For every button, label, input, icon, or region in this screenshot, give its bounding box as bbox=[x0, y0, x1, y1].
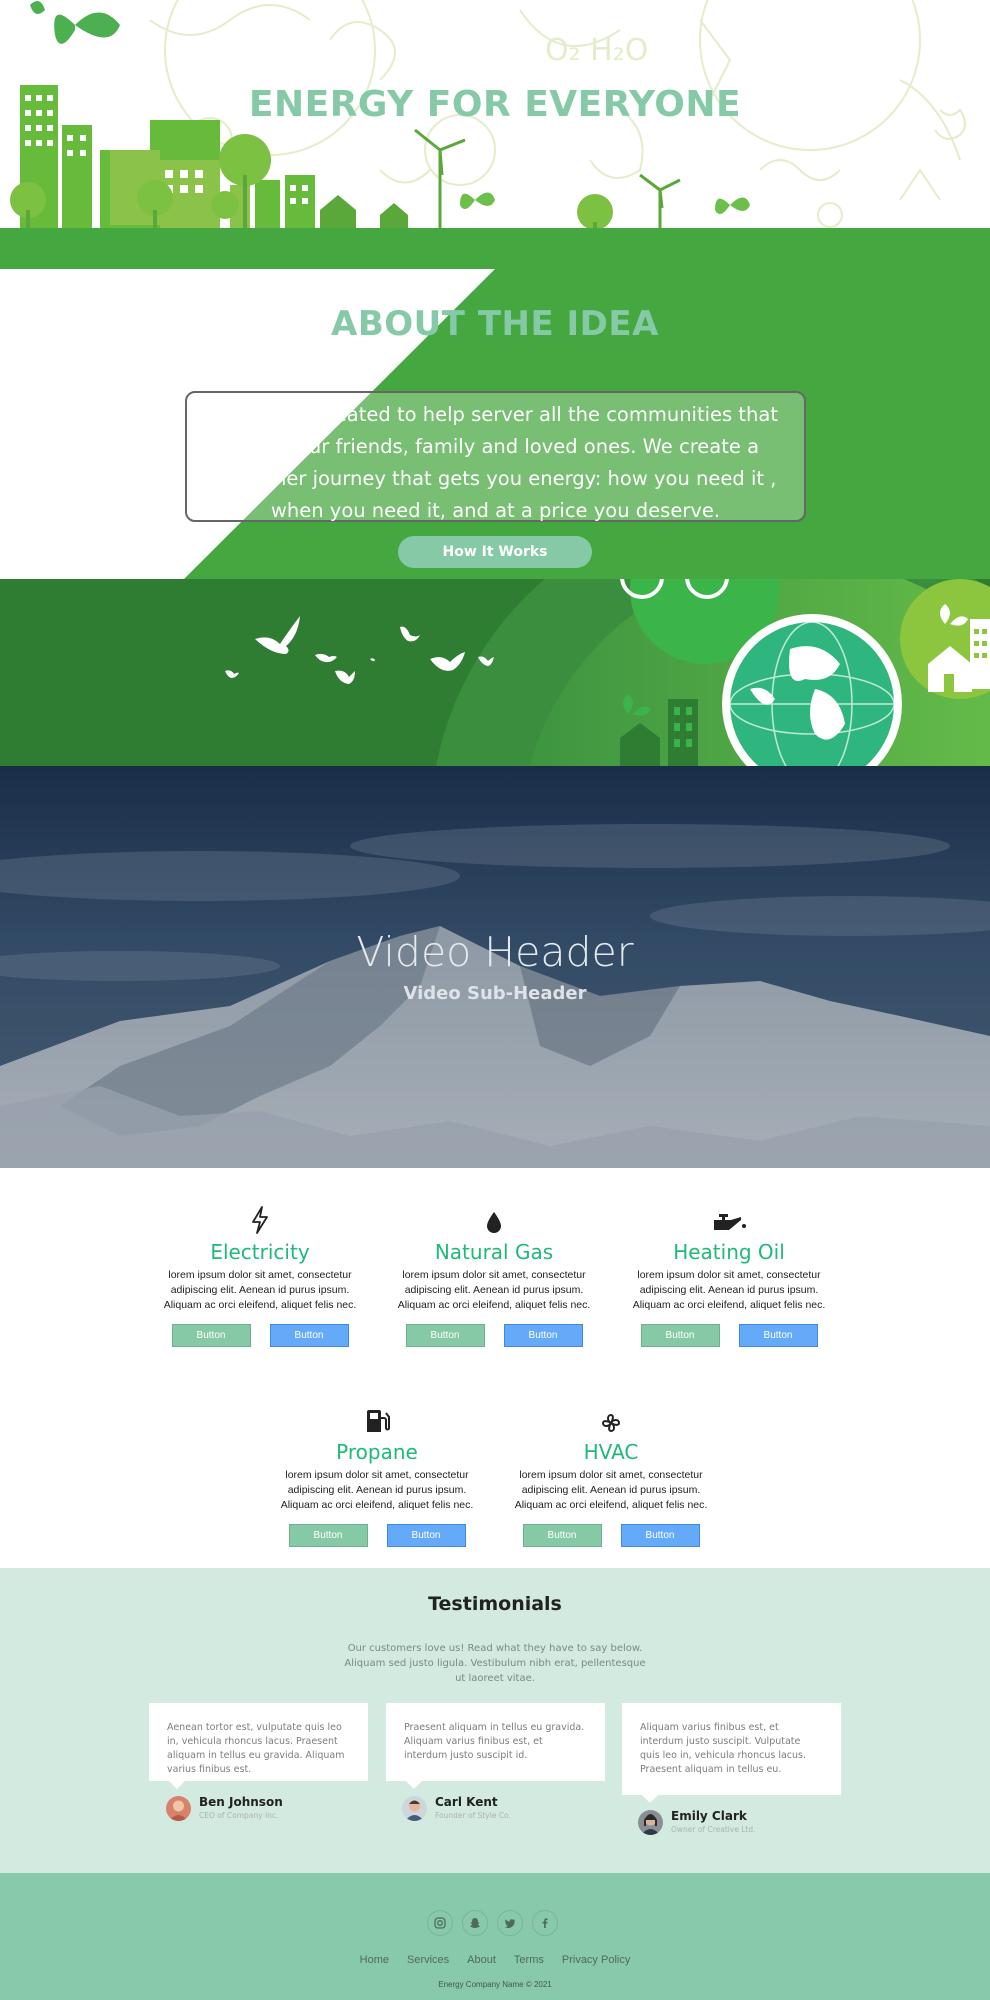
service-button-primary[interactable]: Button bbox=[522, 1524, 602, 1547]
gas-pump-icon bbox=[271, 1400, 483, 1434]
service-title: Propane bbox=[336, 1440, 418, 1464]
instagram-icon[interactable] bbox=[427, 1910, 453, 1936]
droplet-icon bbox=[388, 1200, 600, 1234]
service-description: lorem ipsum dolor sit amet, consectetur … bbox=[397, 1269, 591, 1311]
service-description: lorem ipsum dolor sit amet, consectetur … bbox=[514, 1469, 708, 1511]
video-subtitle: Video Sub-Header bbox=[403, 983, 587, 1004]
service-card-hvac: HVAC lorem ipsum dolor sit amet, consect… bbox=[505, 1400, 717, 1547]
testimonial-card: Aliquam varius finibus est, et interdum … bbox=[622, 1703, 841, 1803]
service-card-natural-gas: Natural Gas lorem ipsum dolor sit amet, … bbox=[388, 1200, 600, 1347]
service-title: Heating Oil bbox=[673, 1240, 785, 1264]
testimonials-section: Testimonials Our customers love us! Read… bbox=[0, 1568, 990, 1873]
video-title: Video Header bbox=[356, 928, 634, 976]
service-button-primary[interactable]: Button bbox=[288, 1524, 368, 1547]
services-section: Electricity lorem ipsum dolor sit amet, … bbox=[0, 1168, 990, 1568]
service-description: lorem ipsum dolor sit amet, consectetur … bbox=[632, 1269, 826, 1311]
service-card-electricity: Electricity lorem ipsum dolor sit amet, … bbox=[154, 1200, 366, 1347]
testimonial-card: Aenean tortor est, vulputate quis leo in… bbox=[149, 1703, 368, 1789]
about-description: A concept created to help server all the… bbox=[185, 391, 806, 522]
service-description: lorem ipsum dolor sit amet, consectetur … bbox=[280, 1469, 474, 1511]
testimonial-author: Carl Kent Founder of Style Co. bbox=[402, 1795, 511, 1821]
footer-link-about[interactable]: About bbox=[458, 1954, 505, 1966]
author-role: CEO of Company Inc. bbox=[199, 1811, 279, 1820]
footer-link-services[interactable]: Services bbox=[398, 1954, 458, 1966]
service-button-primary[interactable]: Button bbox=[171, 1324, 251, 1347]
author-name: Ben Johnson bbox=[199, 1795, 283, 1809]
video-header-section: Video Header Video Sub-Header bbox=[0, 766, 990, 1168]
footer-link-home[interactable]: Home bbox=[351, 1954, 398, 1966]
service-button-secondary[interactable]: Button bbox=[386, 1524, 466, 1547]
testimonial-author: Ben Johnson CEO of Company Inc. bbox=[166, 1795, 283, 1821]
service-title: Electricity bbox=[210, 1240, 310, 1264]
service-button-primary[interactable]: Button bbox=[405, 1324, 485, 1347]
snapchat-icon[interactable] bbox=[462, 1910, 488, 1936]
testimonial-author: Emily Clark Owner of Creative Ltd. bbox=[638, 1809, 756, 1835]
author-role: Founder of Style Co. bbox=[435, 1811, 511, 1820]
author-name: Emily Clark bbox=[671, 1809, 747, 1823]
service-card-heating-oil: Heating Oil lorem ipsum dolor sit amet, … bbox=[623, 1200, 835, 1347]
service-button-secondary[interactable]: Button bbox=[269, 1324, 349, 1347]
service-button-secondary[interactable]: Button bbox=[503, 1324, 583, 1347]
lightning-icon bbox=[154, 1200, 366, 1234]
how-it-works-button[interactable]: How It Works bbox=[398, 536, 592, 568]
hero-section: O₂ H₂O ENERGY FOR EVERYONE bbox=[0, 0, 990, 234]
service-button-secondary[interactable]: Button bbox=[620, 1524, 700, 1547]
footer-link-privacy-policy[interactable]: Privacy Policy bbox=[553, 1954, 639, 1966]
service-description: lorem ipsum dolor sit amet, consectetur … bbox=[163, 1269, 357, 1311]
avatar bbox=[638, 1809, 663, 1835]
footer-link-terms[interactable]: Terms bbox=[505, 1954, 553, 1966]
testimonials-title: Testimonials bbox=[428, 1593, 562, 1615]
fan-icon bbox=[505, 1400, 717, 1434]
avatar bbox=[166, 1795, 191, 1821]
eco-banner bbox=[0, 579, 990, 766]
social-links bbox=[427, 1910, 558, 1936]
service-button-primary[interactable]: Button bbox=[640, 1324, 720, 1347]
avatar bbox=[402, 1795, 427, 1821]
service-title: HVAC bbox=[583, 1440, 639, 1464]
testimonial-card: Praesent aliquam in tellus eu gravida. A… bbox=[386, 1703, 605, 1789]
eco-banner-illustration bbox=[0, 579, 990, 766]
footer-nav: Home Services About Terms Privacy Policy bbox=[0, 1954, 990, 1966]
footer: Home Services About Terms Privacy Policy… bbox=[0, 1873, 990, 2000]
testimonials-intro: Our customers love us! Read what they ha… bbox=[344, 1643, 646, 1684]
about-section: ABOUT THE IDEA A concept created to help… bbox=[0, 234, 990, 579]
oil-can-icon bbox=[623, 1200, 835, 1234]
about-title: ABOUT THE IDEA bbox=[331, 304, 659, 344]
author-role: Owner of Creative Ltd. bbox=[671, 1825, 756, 1834]
hero-title: ENERGY FOR EVERYONE bbox=[248, 84, 742, 125]
copyright: Energy Company Name © 2021 bbox=[438, 1980, 552, 1989]
service-button-secondary[interactable]: Button bbox=[738, 1324, 818, 1347]
author-name: Carl Kent bbox=[435, 1795, 498, 1809]
facebook-icon[interactable] bbox=[532, 1910, 558, 1936]
service-title: Natural Gas bbox=[434, 1240, 554, 1264]
twitter-icon[interactable] bbox=[497, 1910, 523, 1936]
service-card-propane: Propane lorem ipsum dolor sit amet, cons… bbox=[271, 1400, 483, 1547]
